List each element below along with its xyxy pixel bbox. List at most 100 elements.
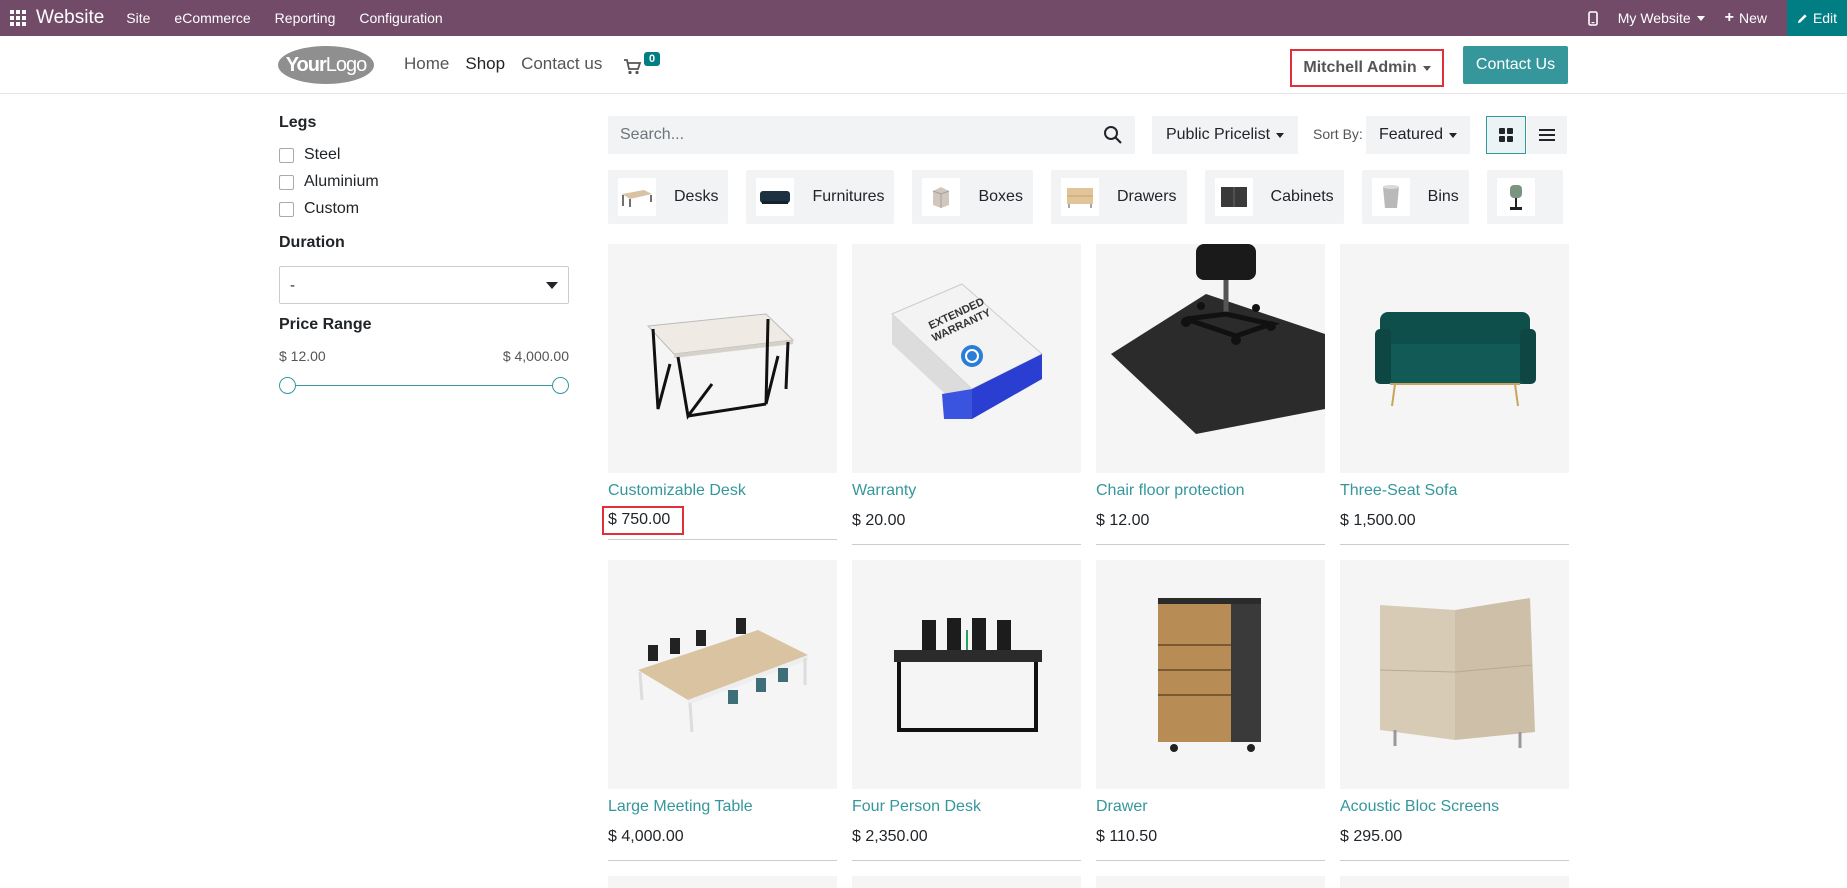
website-selector[interactable]: My Website <box>1618 10 1705 26</box>
lamp-icon <box>1496 178 1535 216</box>
list-icon <box>1539 129 1555 141</box>
slider-handle-max[interactable] <box>552 377 569 394</box>
cart-button[interactable]: 0 <box>624 52 661 78</box>
grid-view-button[interactable] <box>1486 116 1526 154</box>
nav-shop[interactable]: Shop <box>465 54 505 74</box>
product-card[interactable] <box>852 876 1081 888</box>
website-selector-label: My Website <box>1617 10 1691 26</box>
new-button[interactable]: + New <box>1725 9 1767 27</box>
search-icon[interactable] <box>1103 125 1123 145</box>
edit-button[interactable]: Edit <box>1787 0 1847 36</box>
bin-icon <box>1371 178 1410 216</box>
user-menu-button[interactable]: Mitchell Admin <box>1290 49 1444 87</box>
product-card[interactable] <box>608 876 837 888</box>
product-image[interactable] <box>852 876 1081 888</box>
product-image[interactable] <box>852 560 1081 789</box>
cabinet-icon <box>1214 178 1253 216</box>
category-furnitures[interactable]: Furnitures <box>746 170 895 224</box>
product-card[interactable]: Large Meeting Table $ 4,000.00 <box>608 560 837 861</box>
product-image[interactable] <box>608 244 837 473</box>
category-bins[interactable]: Bins <box>1361 170 1469 224</box>
category-desks[interactable]: Desks <box>608 170 729 224</box>
card-divider <box>608 539 837 540</box>
menu-configuration[interactable]: Configuration <box>359 10 442 26</box>
product-image[interactable] <box>1340 560 1569 789</box>
price-max: $ 4,000.00 <box>502 348 569 364</box>
duration-select[interactable]: - <box>279 266 569 304</box>
product-image[interactable]: EXTENDED WARRANTY <box>852 244 1081 473</box>
filter-option-aluminium[interactable]: Aluminium <box>279 173 569 191</box>
filter-sidebar: Legs Steel Aluminium Custom Duration - P… <box>279 114 569 396</box>
product-image[interactable] <box>1340 876 1569 888</box>
product-image[interactable] <box>1096 244 1325 473</box>
checkbox[interactable] <box>279 147 294 163</box>
product-name[interactable]: Chair floor protection <box>1096 482 1325 500</box>
filter-option-steel[interactable]: Steel <box>279 146 569 164</box>
product-name[interactable]: Customizable Desk <box>608 482 837 500</box>
product-name[interactable]: Drawer <box>1096 798 1325 816</box>
app-brand[interactable]: Website <box>36 7 104 29</box>
card-divider <box>1340 544 1569 545</box>
pricelist-dropdown[interactable]: Public Pricelist <box>1152 116 1298 154</box>
product-price: $ 20.00 <box>852 512 906 529</box>
sort-dropdown[interactable]: Featured <box>1366 116 1470 154</box>
logo-bold: Your <box>285 53 327 76</box>
product-card[interactable]: Acoustic Bloc Screens $ 295.00 <box>1340 560 1569 861</box>
category-chips: Desks Furnitures Boxes Drawers Cabinets … <box>608 170 1568 224</box>
product-name[interactable]: Acoustic Bloc Screens <box>1340 798 1569 816</box>
product-card[interactable]: EXTENDED WARRANTY Warranty $ 20.00 <box>852 244 1081 545</box>
product-image[interactable] <box>1340 244 1569 473</box>
contact-us-button[interactable]: Contact Us <box>1463 46 1568 84</box>
product-image[interactable] <box>608 560 837 789</box>
product-name[interactable]: Three-Seat Sofa <box>1340 482 1569 500</box>
product-card[interactable]: Chair floor protection $ 12.00 <box>1096 244 1325 545</box>
list-view-button[interactable] <box>1527 116 1567 154</box>
price-range-slider[interactable] <box>279 376 569 396</box>
duration-value: - <box>290 276 295 294</box>
chevron-down-icon <box>1276 132 1285 138</box>
checkbox[interactable] <box>279 174 294 190</box>
mobile-preview-icon[interactable] <box>1587 10 1598 26</box>
product-card[interactable] <box>1340 876 1569 888</box>
product-card[interactable]: Three-Seat Sofa $ 1,500.00 <box>1340 244 1569 545</box>
category-cabinets[interactable]: Cabinets <box>1204 170 1344 224</box>
price-range-labels: $ 12.00 $ 4,000.00 <box>279 348 569 364</box>
product-price: $ 12.00 <box>1096 512 1150 529</box>
site-logo[interactable]: Your Logo <box>278 46 374 84</box>
product-image[interactable] <box>1096 560 1325 789</box>
product-card[interactable]: Drawer $ 110.50 <box>1096 560 1325 861</box>
filter-option-label: Aluminium <box>304 173 379 190</box>
apps-menu-icon[interactable] <box>0 0 36 36</box>
product-name[interactable]: Warranty <box>852 482 1081 500</box>
search-input[interactable] <box>620 126 1103 144</box>
category-label: Drawers <box>1116 188 1177 205</box>
slider-handle-min[interactable] <box>279 377 296 394</box>
sort-by-label: Sort By: <box>1313 126 1363 142</box>
edit-label: Edit <box>1812 10 1838 26</box>
product-name[interactable]: Four Person Desk <box>852 798 1081 816</box>
menu-ecommerce[interactable]: eCommerce <box>174 10 250 26</box>
category-drawers[interactable]: Drawers <box>1050 170 1187 224</box>
card-divider <box>1096 860 1325 861</box>
category-lamps[interactable] <box>1486 170 1563 224</box>
card-divider <box>608 860 837 861</box>
filter-option-custom[interactable]: Custom <box>279 200 569 218</box>
menu-reporting[interactable]: Reporting <box>275 10 336 26</box>
checkbox[interactable] <box>279 201 294 217</box>
pricelist-label: Public Pricelist <box>1165 126 1271 143</box>
chevron-down-icon <box>1696 15 1705 21</box>
product-image[interactable] <box>608 876 837 888</box>
price-range-title: Price Range <box>279 316 372 333</box>
product-card[interactable]: Customizable Desk $ 750.00 <box>602 244 837 540</box>
category-label: Cabinets <box>1270 188 1334 205</box>
nav-contact-us[interactable]: Contact us <box>521 54 602 74</box>
category-boxes[interactable]: Boxes <box>912 170 1033 224</box>
new-label: New <box>1738 10 1767 26</box>
nav-home[interactable]: Home <box>404 54 449 74</box>
product-card[interactable] <box>1096 876 1325 888</box>
product-card[interactable]: Four Person Desk $ 2,350.00 <box>852 560 1081 861</box>
product-image[interactable] <box>1096 876 1325 888</box>
menu-site[interactable]: Site <box>126 10 150 26</box>
product-name[interactable]: Large Meeting Table <box>608 798 837 816</box>
chevron-down-icon <box>1449 132 1458 138</box>
